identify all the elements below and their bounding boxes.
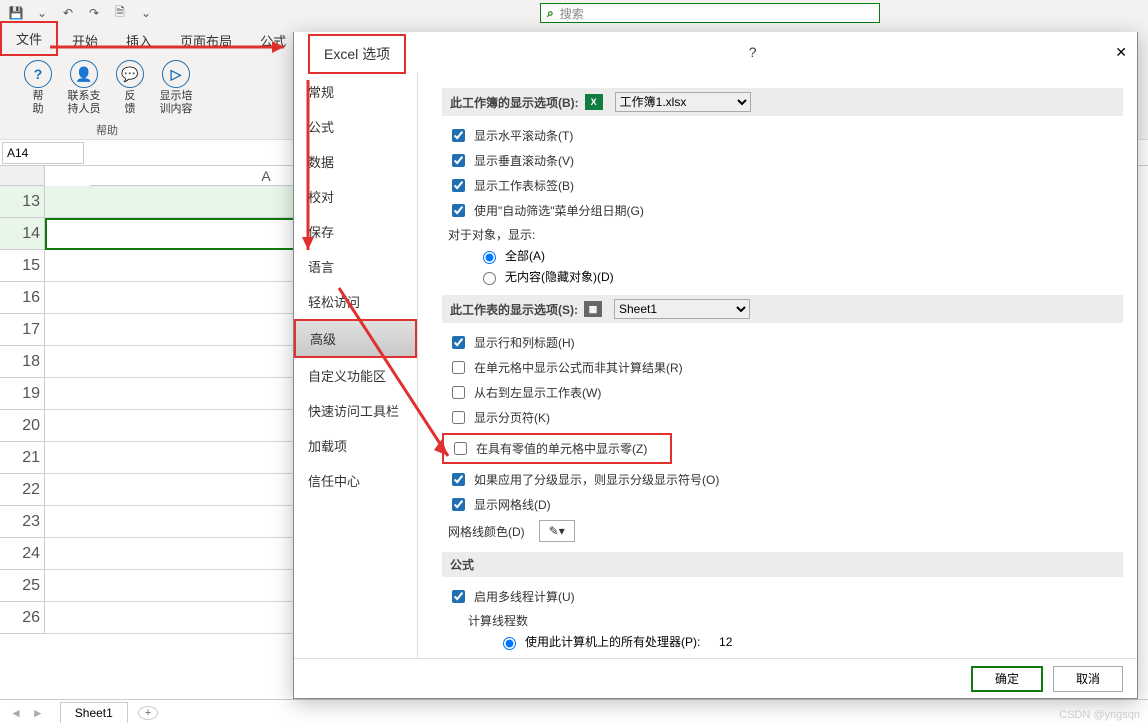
- nav-proofing[interactable]: 校对: [294, 179, 417, 214]
- ribbon-tab-layout[interactable]: 页面布局: [166, 25, 246, 56]
- cancel-button[interactable]: 取消: [1053, 666, 1123, 692]
- redo-icon[interactable]: ↷: [82, 2, 106, 24]
- row-header[interactable]: 14: [0, 218, 45, 250]
- dialog-nav: 常规 公式 数据 校对 保存 语言 轻松访问 高级 自定义功能区 快速访问工具栏…: [294, 72, 418, 658]
- training-btn[interactable]: ▷显示培训内容: [156, 60, 196, 116]
- nav-data[interactable]: 数据: [294, 144, 417, 179]
- search-box[interactable]: ⌕ 搜索: [540, 3, 880, 23]
- row-header[interactable]: 21: [0, 442, 45, 474]
- threads-label: 计算线程数: [468, 612, 1123, 629]
- name-box[interactable]: A14: [2, 142, 84, 164]
- ribbon-tab-file[interactable]: 文件: [0, 21, 58, 56]
- radio-objects-none[interactable]: 无内容(隐藏对象)(D): [478, 268, 1123, 285]
- row-header[interactable]: 20: [0, 410, 45, 442]
- chk-gridlines[interactable]: 显示网格线(D): [448, 495, 1123, 514]
- row-header[interactable]: 16: [0, 282, 45, 314]
- headset-icon: 👤: [70, 60, 98, 88]
- chk-show-formulas[interactable]: 在单元格中显示公式而非其计算结果(R): [448, 358, 1123, 377]
- play-icon: ▷: [162, 60, 190, 88]
- feedback-btn[interactable]: 💬反馈: [110, 60, 150, 116]
- worksheet-section-header: 此工作表的显示选项(S): ▦ Sheet1: [442, 295, 1123, 323]
- nav-addins[interactable]: 加载项: [294, 428, 417, 463]
- chk-vscroll[interactable]: 显示垂直滚动条(V): [448, 151, 1123, 170]
- excel-icon: X: [585, 94, 603, 110]
- chk-show-zero[interactable]: 在具有零值的单元格中显示零(Z): [450, 439, 664, 458]
- radio-all-processors[interactable]: 使用此计算机上的所有处理器(P): 12: [498, 633, 1123, 650]
- chk-outline-symbols[interactable]: 如果应用了分级显示，则显示分级显示符号(O): [448, 470, 1123, 489]
- contact-btn[interactable]: 👤联系支持人员: [64, 60, 104, 116]
- nav-customize-ribbon[interactable]: 自定义功能区: [294, 358, 417, 393]
- search-icon: ⌕: [541, 6, 560, 21]
- more-icon[interactable]: ⌄: [134, 2, 158, 24]
- chk-multithread[interactable]: 启用多线程计算(U): [448, 587, 1123, 606]
- chk-rowcol-headers[interactable]: 显示行和列标题(H): [448, 333, 1123, 352]
- pen-icon: ✎: [549, 524, 559, 538]
- row-header[interactable]: 17: [0, 314, 45, 346]
- help-group: ?帮助 👤联系支持人员 💬反馈 ▷显示培训内容 帮助: [8, 56, 206, 139]
- sheet-icon: ▦: [584, 301, 602, 317]
- ribbon-tab-insert[interactable]: 插入: [112, 25, 166, 56]
- select-all-corner[interactable]: [0, 166, 45, 186]
- add-sheet-button[interactable]: +: [138, 706, 158, 720]
- sheet-tab[interactable]: Sheet1: [60, 702, 128, 723]
- help-caption: 帮助: [96, 122, 118, 138]
- help-btn[interactable]: ?帮助: [18, 60, 58, 116]
- dialog-footer: 确定 取消: [294, 658, 1137, 698]
- radio-objects-all[interactable]: 全部(A): [478, 247, 1123, 264]
- row-header[interactable]: 24: [0, 538, 45, 570]
- workbook-select[interactable]: 工作簿1.xlsx: [615, 92, 751, 112]
- undo-icon[interactable]: ↶: [56, 2, 80, 24]
- preview-icon[interactable]: 🗎: [108, 2, 132, 24]
- worksheet-select[interactable]: Sheet1: [614, 299, 750, 319]
- sheet-tabs: ◄► Sheet1 +: [0, 699, 1148, 725]
- ok-button[interactable]: 确定: [971, 666, 1043, 692]
- row-header[interactable]: 22: [0, 474, 45, 506]
- options-dialog: Excel 选项 ? ✕ 常规 公式 数据 校对 保存 语言 轻松访问 高级 自…: [293, 32, 1138, 699]
- ribbon-tab-formula[interactable]: 公式: [246, 25, 300, 56]
- row-header[interactable]: 23: [0, 506, 45, 538]
- titlebar: 💾 ⌄ ↶ ↷ 🗎 ⌄ 工作簿1.xlsx - Excel ⌕ 搜索: [0, 0, 1148, 26]
- chk-rtl[interactable]: 从右到左显示工作表(W): [448, 383, 1123, 402]
- color-picker-button[interactable]: ✎ ▾: [539, 520, 575, 542]
- chevron-left-icon: ◄: [6, 706, 26, 720]
- workbook-section-header: 此工作簿的显示选项(B): X 工作簿1.xlsx: [442, 88, 1123, 116]
- row-header[interactable]: 13: [0, 186, 45, 218]
- nav-advanced[interactable]: 高级: [294, 319, 417, 358]
- dialog-content[interactable]: 此工作簿的显示选项(B): X 工作簿1.xlsx 显示水平滚动条(T) 显示垂…: [418, 72, 1137, 658]
- sheet-nav[interactable]: ◄►: [6, 706, 48, 720]
- search-placeholder: 搜索: [560, 5, 584, 22]
- dialog-titlebar: Excel 选项 ? ✕: [294, 32, 1137, 72]
- nav-trust[interactable]: 信任中心: [294, 463, 417, 498]
- chk-hscroll[interactable]: 显示水平滚动条(T): [448, 126, 1123, 145]
- nav-ease[interactable]: 轻松访问: [294, 284, 417, 319]
- row-header[interactable]: 25: [0, 570, 45, 602]
- chk-sheet-tabs[interactable]: 显示工作表标签(B): [448, 176, 1123, 195]
- chevron-right-icon: ►: [28, 706, 48, 720]
- ribbon-tab-home[interactable]: 开始: [58, 25, 112, 56]
- row-header[interactable]: 18: [0, 346, 45, 378]
- objects-label: 对于对象，显示:: [448, 226, 1123, 243]
- nav-formulas[interactable]: 公式: [294, 109, 417, 144]
- dialog-title: Excel 选项: [308, 34, 406, 74]
- close-icon[interactable]: ✕: [1115, 44, 1127, 61]
- chk-page-breaks[interactable]: 显示分页符(K): [448, 408, 1123, 427]
- row-header[interactable]: 26: [0, 602, 45, 634]
- watermark: CSDN @yngsqn: [1059, 709, 1140, 721]
- formula-section-header: 公式: [442, 552, 1123, 577]
- row-header[interactable]: 15: [0, 250, 45, 282]
- dialog-help-button[interactable]: ?: [749, 44, 757, 60]
- nav-language[interactable]: 语言: [294, 249, 417, 284]
- nav-general[interactable]: 常规: [294, 74, 417, 109]
- nav-qat[interactable]: 快速访问工具栏: [294, 393, 417, 428]
- help-icon: ?: [24, 60, 52, 88]
- chk-autofilter-dates[interactable]: 使用"自动筛选"菜单分组日期(G): [448, 201, 1123, 220]
- chat-icon: 💬: [116, 60, 144, 88]
- row-header[interactable]: 19: [0, 378, 45, 410]
- gridline-color-row: 网格线颜色(D) ✎ ▾: [448, 520, 1123, 542]
- nav-save[interactable]: 保存: [294, 214, 417, 249]
